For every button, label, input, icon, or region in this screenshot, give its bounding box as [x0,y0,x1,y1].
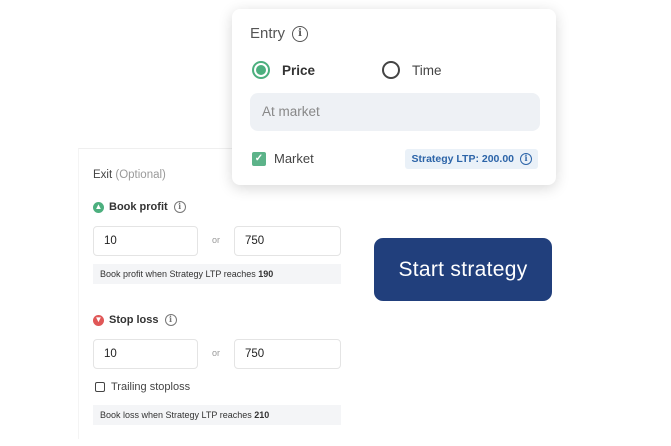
exit-title: Exit (Optional) [93,169,166,181]
start-strategy-button[interactable]: Start strategy [374,238,552,301]
radio-time-label: Time [412,62,442,78]
book-profit-label: Book profit [109,201,168,213]
strategy-ltp-text: Strategy LTP: 200.00 [411,153,514,165]
stop-loss-points-input[interactable]: 10 [93,339,198,369]
radio-price-label: Price [282,62,316,78]
checkmark-icon[interactable]: ✓ [252,151,266,166]
exit-panel: Exit (Optional) ▲ Book profit i 10 or 75… [78,148,355,439]
book-profit-amount-input[interactable]: 750 [234,226,341,256]
or-label: or [212,235,221,245]
entry-title-text: Entry [250,25,286,42]
market-checkbox[interactable]: ✓ Market [252,151,314,166]
market-label: Market [274,151,314,166]
stop-loss-note: Book loss when Strategy LTP reaches 210 [93,405,341,425]
entry-title: Entry i [250,25,309,42]
arrow-up-icon: ▲ [93,201,104,213]
checkbox-icon[interactable] [95,382,105,392]
book-profit-heading: ▲ Book profit i [93,201,186,213]
stop-loss-heading: ▼ Stop loss i [93,314,177,326]
entry-card: Entry i Price Time At market ✓ Market St… [232,9,556,185]
entry-price-input[interactable]: At market [250,93,540,131]
info-icon[interactable]: i [173,201,186,213]
radio-unselected-icon[interactable] [382,61,400,79]
radio-selected-icon[interactable] [252,61,270,79]
stop-loss-amount-input[interactable]: 750 [234,339,341,369]
trailing-stoploss-label: Trailing stoploss [111,381,191,393]
info-icon[interactable]: i [292,25,309,42]
trailing-stoploss-checkbox[interactable]: Trailing stoploss [95,381,190,393]
radio-price[interactable]: Price [252,61,315,79]
stop-loss-label: Stop loss [109,314,159,326]
radio-time[interactable]: Time [382,61,442,79]
stop-loss-note-value: 210 [254,410,270,420]
book-profit-points-input[interactable]: 10 [93,226,198,256]
book-profit-note-value: 190 [258,269,274,279]
info-icon[interactable]: i [164,314,177,326]
stop-loss-note-text: Book loss when Strategy LTP reaches [100,410,252,420]
info-icon[interactable]: i [520,153,532,165]
exit-title-text: Exit [93,169,113,181]
strategy-ltp-badge: Strategy LTP: 200.00 i [405,149,538,169]
exit-optional-label: (Optional) [115,169,166,181]
arrow-down-icon: ▼ [93,314,104,326]
book-profit-note: Book profit when Strategy LTP reaches 19… [93,264,341,284]
or-label: or [212,348,221,358]
book-profit-note-text: Book profit when Strategy LTP reaches [100,269,256,279]
